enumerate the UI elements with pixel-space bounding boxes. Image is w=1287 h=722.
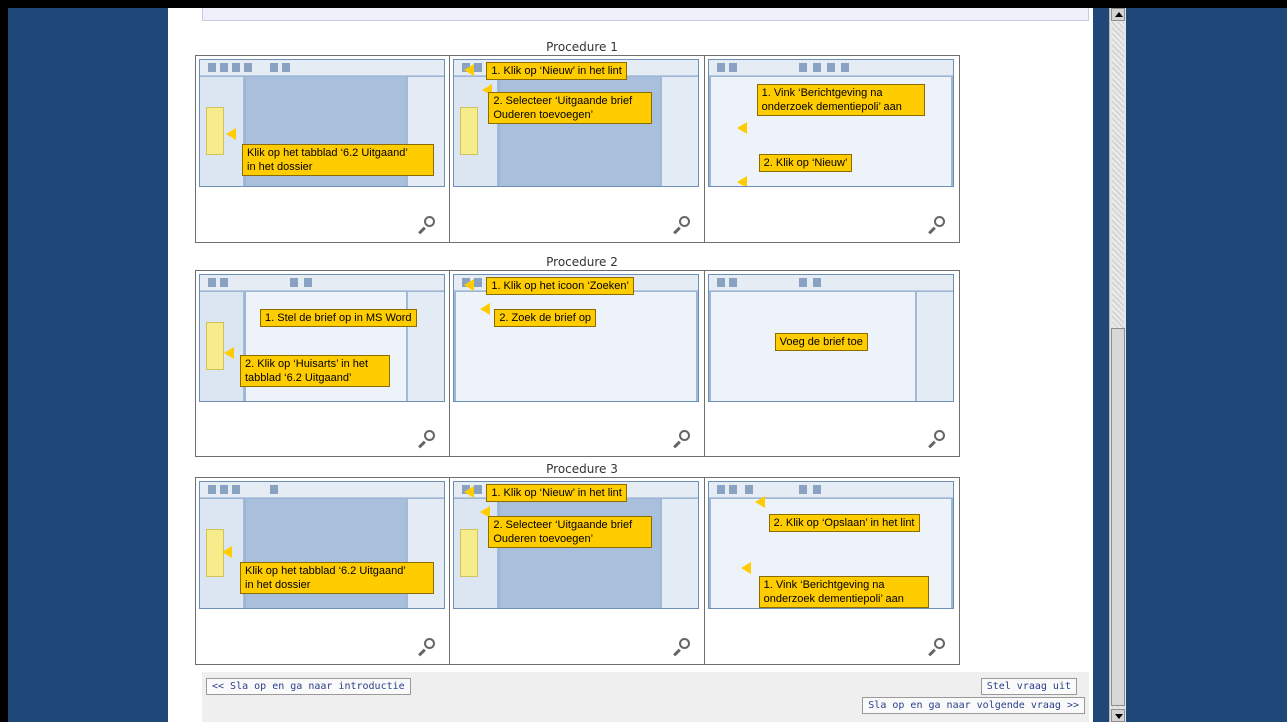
- callout: 1. Stel de brief op in MS Word: [260, 309, 417, 327]
- screenshot-thumbnail[interactable]: 2. Klik op ‘Opslaan’ in het lint 1. Vink…: [707, 481, 954, 609]
- callout: 2. Selecteer ‘Uitgaande brief Ouderen to…: [488, 92, 653, 124]
- footer-bar: << Sla op en ga naar introductie Stel vr…: [202, 672, 1089, 722]
- screenshot-thumbnail[interactable]: 1. Klik op ‘Nieuw’ in het lint 2. Select…: [453, 481, 700, 609]
- callout-arrow: [740, 562, 751, 574]
- callout-arrow: [464, 486, 475, 498]
- procedure-2-step-2[interactable]: 1. Klik op het icoon ‘Zoeken’ 2. Zoek de…: [450, 271, 705, 456]
- callout: 2. Zoek de brief op: [494, 309, 597, 327]
- vertical-scrollbar[interactable]: [1109, 8, 1126, 722]
- callout-arrow: [754, 496, 765, 508]
- screenshot-thumbnail[interactable]: 1. Klik op ‘Nieuw’ in het lint 2. Select…: [453, 59, 700, 187]
- callout: 2. Selecteer ‘Uitgaande brief Ouderen to…: [488, 516, 653, 548]
- procedure-3-step-3[interactable]: 2. Klik op ‘Opslaan’ in het lint 1. Vink…: [704, 478, 959, 664]
- callout-arrow: [224, 347, 234, 359]
- magnifier-icon[interactable]: [927, 638, 945, 657]
- callout: 2. Klik op ‘Opslaan’ in het lint: [768, 514, 920, 532]
- callout: Voeg de brief toe: [774, 333, 868, 351]
- callout: 1. Klik op ‘Nieuw’ in het lint: [486, 484, 627, 502]
- procedure-1-title: Procedure 1: [546, 40, 618, 54]
- procedure-3-gallery: Klik op het tabblad ‘6.2 Uitgaand’ in he…: [195, 477, 960, 665]
- callout-arrow: [222, 546, 232, 558]
- procedure-2-gallery: 1. Stel de brief op in MS Word 2. Klik o…: [195, 270, 960, 457]
- callout-arrow: [736, 176, 747, 186]
- callout-arrow: [464, 279, 475, 291]
- callout: 1. Klik op het icoon ‘Zoeken’: [486, 277, 634, 295]
- screenshot-thumbnail[interactable]: Klik op het tabblad ‘6.2 Uitgaand’ in he…: [199, 59, 445, 187]
- screenshot-thumbnail[interactable]: Klik op het tabblad ‘6.2 Uitgaand’ in he…: [199, 481, 445, 609]
- procedure-1-step-2[interactable]: 1. Klik op ‘Nieuw’ in het lint 2. Select…: [450, 56, 705, 242]
- scroll-up-icon[interactable]: [1111, 8, 1125, 21]
- screenshot-thumbnail[interactable]: 1. Stel de brief op in MS Word 2. Klik o…: [199, 274, 445, 402]
- procedure-2-step-3[interactable]: Voeg de brief toe: [704, 271, 959, 456]
- screenshot-thumbnail[interactable]: 1. Klik op het icoon ‘Zoeken’ 2. Zoek de…: [453, 274, 700, 402]
- page-content: Procedure 1 Klik op het tabblad ‘6.2 Uit…: [168, 8, 1093, 722]
- next-question-button[interactable]: Sla op en ga naar volgende vraag >>: [862, 697, 1085, 714]
- magnifier-icon[interactable]: [417, 638, 436, 657]
- magnifier-icon[interactable]: [672, 216, 690, 235]
- procedure-1-step-3[interactable]: 1. Vink ‘Berichtgeving na onderzoek deme…: [704, 56, 959, 242]
- desktop-background: Procedure 1 Klik op het tabblad ‘6.2 Uit…: [8, 8, 1287, 722]
- callout: 1. Klik op ‘Nieuw’ in het lint: [486, 62, 627, 80]
- magnifier-icon[interactable]: [927, 430, 945, 449]
- magnifier-icon[interactable]: [417, 430, 436, 449]
- callout: Klik op het tabblad ‘6.2 Uitgaand’ in he…: [240, 562, 434, 594]
- scrollbar-thumb[interactable]: [1111, 328, 1125, 706]
- procedure-2-title: Procedure 2: [546, 255, 618, 269]
- procedure-3-step-2[interactable]: 1. Klik op ‘Nieuw’ in het lint 2. Select…: [450, 478, 705, 664]
- magnifier-icon[interactable]: [927, 216, 945, 235]
- procedure-3-step-1[interactable]: Klik op het tabblad ‘6.2 Uitgaand’ in he…: [196, 478, 451, 664]
- procedure-1-step-1[interactable]: Klik op het tabblad ‘6.2 Uitgaand’ in he…: [196, 56, 451, 242]
- procedure-2-step-1[interactable]: 1. Stel de brief op in MS Word 2. Klik o…: [196, 271, 451, 456]
- screenshot-thumbnail[interactable]: Voeg de brief toe: [707, 274, 954, 402]
- callout-arrow: [480, 303, 491, 315]
- callout: 1. Vink ‘Berichtgeving na onderzoek deme…: [756, 84, 925, 116]
- callout-arrow: [736, 122, 747, 134]
- callout: 1. Vink ‘Berichtgeving na onderzoek deme…: [758, 576, 929, 608]
- screenshot-thumbnail[interactable]: 1. Vink ‘Berichtgeving na onderzoek deme…: [707, 59, 954, 187]
- back-to-introduction-button[interactable]: << Sla op en ga naar introductie: [206, 678, 411, 695]
- scroll-down-icon[interactable]: [1111, 709, 1125, 722]
- top-strip: [202, 8, 1089, 21]
- magnifier-icon[interactable]: [672, 430, 690, 449]
- callout: 2. Klik op ‘Nieuw’: [758, 154, 853, 172]
- callout: 2. Klik op ‘Huisarts’ in het tabblad ‘6.…: [240, 355, 390, 387]
- callout: Klik op het tabblad ‘6.2 Uitgaand’ in he…: [242, 144, 434, 176]
- magnifier-icon[interactable]: [672, 638, 690, 657]
- callout-arrow: [464, 64, 475, 76]
- magnifier-icon[interactable]: [417, 216, 436, 235]
- procedure-1-gallery: Klik op het tabblad ‘6.2 Uitgaand’ in he…: [195, 55, 960, 243]
- procedure-3-title: Procedure 3: [546, 462, 618, 476]
- callout-arrow: [226, 128, 236, 140]
- postpone-question-button[interactable]: Stel vraag uit: [980, 678, 1077, 695]
